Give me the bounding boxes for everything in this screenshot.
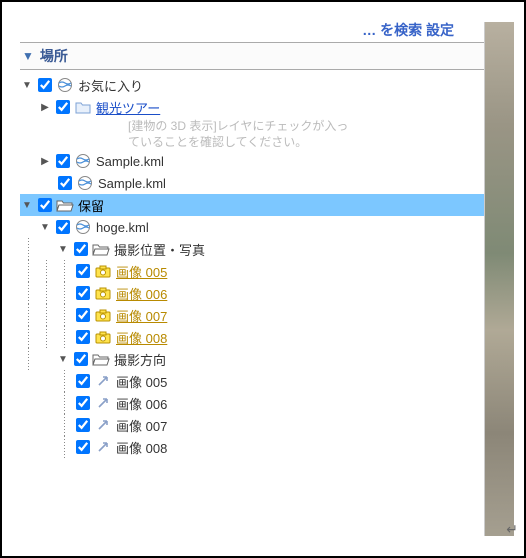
expand-toggle[interactable]: ▶ <box>38 100 52 114</box>
tree-item-favorites[interactable]: ▼ お気に入り <box>20 74 510 96</box>
expand-toggle[interactable]: ▼ <box>20 198 34 212</box>
tree-item-shootdir[interactable]: ▼ 撮影方向 <box>20 348 510 370</box>
checkbox[interactable] <box>56 154 70 168</box>
panel-title: 場所 <box>40 46 68 66</box>
camera-icon <box>94 328 112 346</box>
top-header-fragment: … を検索 設定 <box>20 20 514 40</box>
camera-icon <box>94 306 112 324</box>
tree-item-label[interactable]: 画像 007 <box>116 306 167 325</box>
tree-item-direction[interactable]: 画像 005 <box>20 370 510 392</box>
tree-item-label: 保留 <box>78 196 104 215</box>
tree-item-label: hoge.kml <box>96 220 149 235</box>
checkbox[interactable] <box>76 286 90 300</box>
tree-item-kanko-tour[interactable]: ▶ 観光ツアー <box>20 96 510 118</box>
tree-item-label[interactable]: 画像 008 <box>116 328 167 347</box>
checkbox[interactable] <box>76 374 90 388</box>
camera-icon <box>94 262 112 280</box>
tree-item-image[interactable]: 画像 005 <box>20 260 510 282</box>
tree-item-label: 画像 008 <box>116 438 167 457</box>
checkbox[interactable] <box>76 264 90 278</box>
tree-item-label: Sample.kml <box>96 154 164 169</box>
arrow-icon <box>94 372 112 390</box>
hint-text: ていることを確認してください。 <box>20 134 510 150</box>
tree-item-sample1[interactable]: ▶ Sample.kml <box>20 150 510 172</box>
expand-toggle[interactable]: ▼ <box>20 78 34 92</box>
checkbox[interactable] <box>76 396 90 410</box>
tree-item-label: 画像 005 <box>116 372 167 391</box>
expand-toggle[interactable]: ▶ <box>38 154 52 168</box>
folder-icon <box>74 98 92 116</box>
places-panel-header[interactable]: ▼ 場所 <box>20 42 514 70</box>
tree-item-direction[interactable]: 画像 006 <box>20 392 510 414</box>
tree-item-label: 撮影位置・写真 <box>114 240 205 259</box>
checkbox[interactable] <box>76 308 90 322</box>
tree-item-label[interactable]: 観光ツアー <box>96 98 160 117</box>
globe-icon <box>76 174 94 192</box>
tree-item-label[interactable]: 画像 005 <box>116 262 167 281</box>
checkbox[interactable] <box>56 100 70 114</box>
tree-item-pending[interactable]: ▼ 保留 <box>20 194 510 216</box>
globe-icon <box>56 76 74 94</box>
camera-icon <box>94 284 112 302</box>
arrow-icon <box>94 438 112 456</box>
expand-toggle[interactable]: ▼ <box>56 242 70 256</box>
checkbox[interactable] <box>76 440 90 454</box>
checkbox[interactable] <box>56 220 70 234</box>
checkbox[interactable] <box>74 242 88 256</box>
globe-icon <box>74 218 92 236</box>
tree-item-label: Sample.kml <box>98 176 166 191</box>
checkbox[interactable] <box>38 198 52 212</box>
tree-item-sample2[interactable]: Sample.kml <box>20 172 510 194</box>
tree-item-label: 撮影方向 <box>114 350 166 369</box>
expand-toggle[interactable]: ▼ <box>38 220 52 234</box>
checkbox[interactable] <box>74 352 88 366</box>
globe-icon <box>74 152 92 170</box>
tree-item-label: 画像 007 <box>116 416 167 435</box>
arrow-icon <box>94 394 112 412</box>
expand-toggle[interactable]: ▼ <box>56 352 70 366</box>
tree-item-label[interactable]: 画像 006 <box>116 284 167 303</box>
tree-item-direction[interactable]: 画像 007 <box>20 414 510 436</box>
tree-item-image[interactable]: 画像 007 <box>20 304 510 326</box>
checkbox[interactable] <box>38 78 52 92</box>
tree-item-image[interactable]: 画像 006 <box>20 282 510 304</box>
arrow-icon <box>94 416 112 434</box>
tree-item-label: 画像 006 <box>116 394 167 413</box>
tree-item-image[interactable]: 画像 008 <box>20 326 510 348</box>
return-icon: ↵ <box>506 521 518 538</box>
checkbox[interactable] <box>76 418 90 432</box>
checkbox[interactable] <box>58 176 72 190</box>
collapse-icon: ▼ <box>22 49 34 63</box>
tree-item-direction[interactable]: 画像 008 <box>20 436 510 458</box>
folder-open-icon <box>92 240 110 258</box>
tree-item-shootpos[interactable]: ▼ 撮影位置・写真 <box>20 238 510 260</box>
folder-open-icon <box>92 350 110 368</box>
folder-open-icon <box>56 196 74 214</box>
checkbox[interactable] <box>76 330 90 344</box>
tree-item-hoge[interactable]: ▼ hoge.kml <box>20 216 510 238</box>
hint-text: [建物の 3D 表示]レイヤにチェックが入っ <box>20 118 510 134</box>
tree-item-label: お気に入り <box>78 76 143 95</box>
map-preview-strip <box>484 22 514 536</box>
places-tree: ▼ お気に入り ▶ 観光ツアー [建物の 3D 表示]レイヤにチェックが入っ て… <box>20 74 514 458</box>
